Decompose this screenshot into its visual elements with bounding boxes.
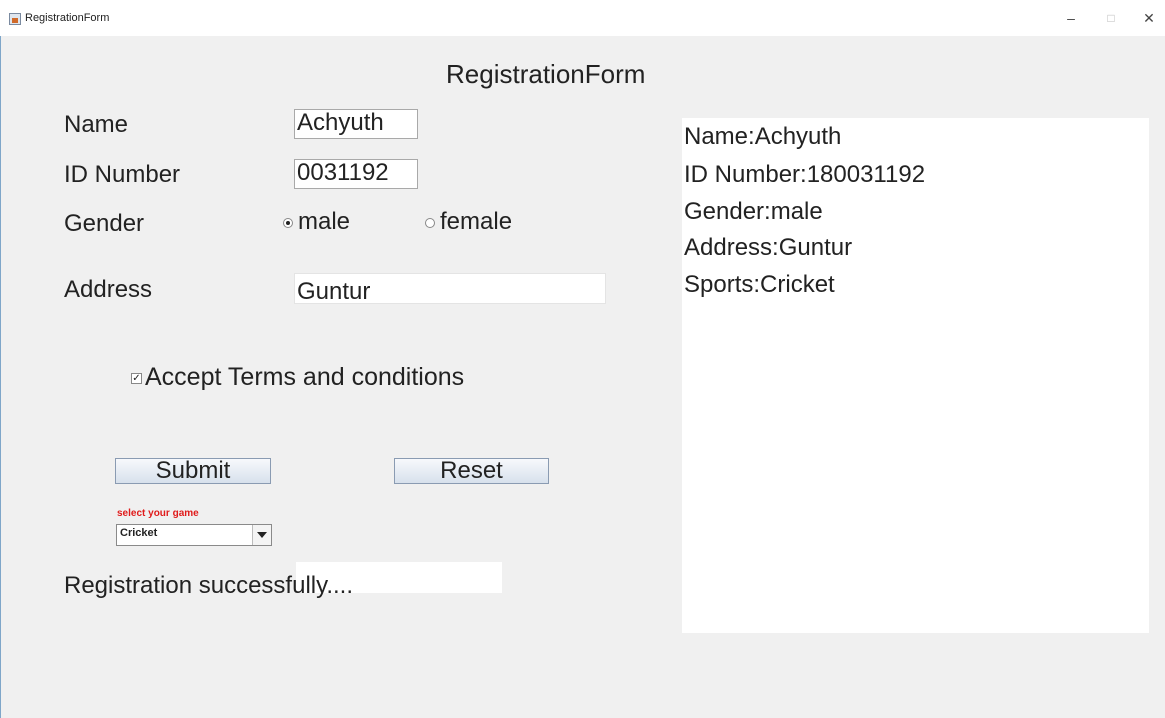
output-line-gender: Gender:male [684,198,823,225]
id-number-label: ID Number [64,161,181,188]
form-heading: RegistrationForm [446,59,646,89]
output-line-id: ID Number:180031192 [684,161,926,188]
title-bar: RegistrationForm – □ ✕ [0,0,1165,36]
male-radio[interactable] [283,218,293,228]
window-title: RegistrationForm [25,12,110,24]
name-label: Name [64,111,129,138]
minimize-button[interactable]: – [1057,7,1085,29]
female-radio[interactable] [425,218,435,228]
chevron-down-icon[interactable] [252,525,271,545]
address-label: Address [64,276,153,303]
submit-button[interactable]: Submit [115,458,271,484]
reset-button[interactable]: Reset [394,458,549,484]
female-radio-label[interactable]: female [440,210,512,234]
id-number-field[interactable]: 0031192 [294,159,418,189]
game-select[interactable]: Cricket [116,524,272,546]
gender-label: Gender [64,210,145,237]
terms-label[interactable]: Accept Terms and conditions [145,365,464,390]
output-text-area[interactable]: Name:Achyuth ID Number:180031192 Gender:… [682,118,1149,633]
terms-checkbox[interactable]: ✓ [131,373,142,384]
address-field[interactable]: Guntur [294,273,606,304]
select-game-label: select your game [117,508,199,519]
output-line-name: Name:Achyuth [684,123,842,150]
java-app-icon [9,13,21,25]
output-line-sports: Sports:Cricket [684,271,835,298]
close-button[interactable]: ✕ [1135,7,1163,29]
output-line-address: Address:Guntur [684,234,853,261]
name-field[interactable]: Achyuth [294,109,418,139]
status-message: Registration successfully.... [64,572,353,599]
male-radio-label[interactable]: male [298,210,350,234]
game-select-value: Cricket [120,527,158,539]
window-frame-edge [0,36,1,718]
maximize-button[interactable]: □ [1097,7,1125,29]
